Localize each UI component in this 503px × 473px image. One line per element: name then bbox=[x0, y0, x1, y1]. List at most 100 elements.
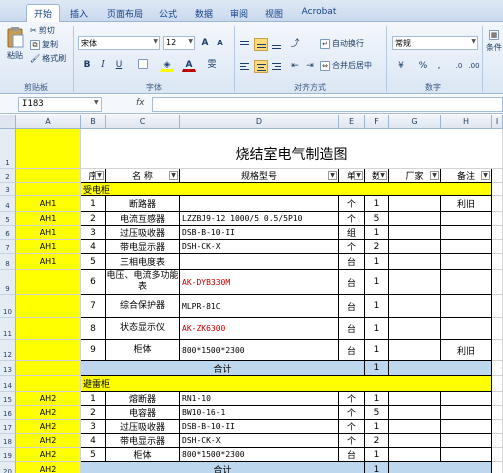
cabinet-code[interactable]: AH1 bbox=[16, 226, 81, 240]
maker-cell[interactable] bbox=[389, 196, 441, 212]
note-cell[interactable] bbox=[441, 270, 492, 295]
cabinet-code[interactable]: AH2 bbox=[16, 406, 81, 420]
maker-cell[interactable] bbox=[389, 254, 441, 270]
subtotal-qty[interactable]: 1 bbox=[365, 462, 389, 473]
unit-cell[interactable]: 个 bbox=[339, 196, 365, 212]
row-header[interactable]: 2 bbox=[0, 169, 16, 183]
column-header[interactable]: H bbox=[441, 115, 492, 129]
number-format-combo[interactable]: 常规 ▼ bbox=[392, 36, 478, 50]
qty-cell[interactable]: 1 bbox=[365, 254, 389, 270]
decrease-decimal-button[interactable]: .00 bbox=[467, 59, 481, 73]
name-cell[interactable]: 过压吸收器 bbox=[106, 226, 180, 240]
align-middle-button[interactable] bbox=[254, 38, 268, 51]
note-cell[interactable] bbox=[441, 226, 492, 240]
cabinet-code[interactable]: AH1 bbox=[16, 240, 81, 254]
tab-review[interactable]: 审阅 bbox=[225, 5, 253, 22]
currency-button[interactable]: ¥ bbox=[394, 59, 408, 73]
column-header[interactable]: G bbox=[389, 115, 441, 129]
cabinet-code[interactable]: AH1 bbox=[16, 212, 81, 226]
model-cell[interactable]: AK-ZK6300 bbox=[180, 318, 339, 340]
font-name-combo[interactable]: 宋体 ▼ bbox=[78, 36, 160, 50]
cell[interactable] bbox=[16, 183, 81, 196]
note-cell[interactable]: 利旧 bbox=[441, 340, 492, 361]
name-cell[interactable]: 电压、电流多功能表 bbox=[106, 270, 180, 295]
cell[interactable] bbox=[492, 183, 503, 196]
align-left-button[interactable] bbox=[238, 60, 252, 73]
bold-button[interactable]: B bbox=[80, 58, 94, 72]
unit-cell[interactable]: 个 bbox=[339, 212, 365, 226]
column-header[interactable]: D bbox=[180, 115, 339, 129]
cabinet-code[interactable]: AH2 bbox=[16, 392, 81, 406]
row-header[interactable]: 12 bbox=[0, 340, 16, 361]
qty-cell[interactable]: 1 bbox=[365, 448, 389, 462]
qty-cell[interactable]: 2 bbox=[365, 240, 389, 254]
note-cell[interactable] bbox=[441, 406, 492, 420]
model-cell[interactable]: 800*1500*2300 bbox=[180, 448, 339, 462]
maker-cell[interactable] bbox=[389, 318, 441, 340]
cell[interactable] bbox=[492, 254, 503, 270]
model-cell[interactable]: 800*1500*2300 bbox=[180, 340, 339, 361]
name-cell[interactable]: 电容器 bbox=[106, 406, 180, 420]
subtotal-label[interactable]: 合计 bbox=[81, 361, 365, 376]
note-cell[interactable] bbox=[441, 392, 492, 406]
sheet-title[interactable]: 烧结室电气制造图 bbox=[81, 129, 503, 169]
decrease-indent-button[interactable]: ⇤ bbox=[288, 59, 302, 73]
align-top-button[interactable] bbox=[238, 38, 252, 51]
cabinet-code[interactable]: AH2 bbox=[16, 462, 81, 473]
seq-cell[interactable]: 1 bbox=[81, 392, 106, 406]
unit-cell[interactable]: 台 bbox=[339, 448, 365, 462]
maker-cell[interactable] bbox=[389, 270, 441, 295]
row-header[interactable]: 18 bbox=[0, 434, 16, 448]
model-cell[interactable]: MLPR-81C bbox=[180, 295, 339, 318]
maker-cell[interactable] bbox=[389, 295, 441, 318]
cell[interactable] bbox=[16, 376, 81, 392]
maker-cell[interactable] bbox=[389, 434, 441, 448]
seq-cell[interactable]: 4 bbox=[81, 240, 106, 254]
name-cell[interactable]: 过压吸收器 bbox=[106, 420, 180, 434]
model-cell[interactable] bbox=[180, 254, 339, 270]
model-cell[interactable]: DSB-B-10-II bbox=[180, 226, 339, 240]
phonetic-button[interactable]: 雯 bbox=[205, 58, 219, 72]
seq-cell[interactable]: 6 bbox=[81, 270, 106, 295]
tab-home[interactable]: 开始 bbox=[26, 4, 60, 23]
qty-cell[interactable]: 1 bbox=[365, 318, 389, 340]
row-header[interactable]: 4 bbox=[0, 196, 16, 212]
qty-cell[interactable]: 5 bbox=[365, 406, 389, 420]
percent-button[interactable]: % bbox=[416, 59, 430, 73]
row-header[interactable]: 11 bbox=[0, 318, 16, 340]
filter-dropdown-icon[interactable]: ▼ bbox=[430, 171, 439, 180]
seq-cell[interactable]: 8 bbox=[81, 318, 106, 340]
tab-view[interactable]: 视图 bbox=[260, 5, 288, 22]
align-bottom-button[interactable] bbox=[270, 38, 284, 51]
model-cell[interactable]: DSH-CK-X bbox=[180, 240, 339, 254]
model-cell[interactable]: RN1-10 bbox=[180, 392, 339, 406]
cell[interactable] bbox=[492, 318, 503, 340]
unit-cell[interactable]: 组 bbox=[339, 226, 365, 240]
row-header[interactable]: 13 bbox=[0, 361, 16, 376]
seq-cell[interactable]: 7 bbox=[81, 295, 106, 318]
seq-cell[interactable]: 2 bbox=[81, 406, 106, 420]
header-name[interactable]: 名 称 ▼ bbox=[106, 169, 180, 183]
font-size-combo[interactable]: 12 ▼ bbox=[163, 36, 195, 50]
qty-cell[interactable]: 1 bbox=[365, 226, 389, 240]
cabinet-code[interactable]: AH2 bbox=[16, 434, 81, 448]
section-label[interactable]: 受电柜 bbox=[81, 183, 492, 196]
qty-cell[interactable]: 2 bbox=[365, 434, 389, 448]
chevron-down-icon[interactable]: ▼ bbox=[94, 99, 99, 106]
cabinet-code[interactable] bbox=[16, 295, 81, 318]
name-cell[interactable]: 熔断器 bbox=[106, 392, 180, 406]
header-model[interactable]: 规格型号 ▼ bbox=[180, 169, 339, 183]
cabinet-code[interactable] bbox=[16, 361, 81, 376]
column-header[interactable]: E bbox=[339, 115, 365, 129]
maker-cell[interactable] bbox=[389, 340, 441, 361]
name-box[interactable]: I183 bbox=[18, 97, 102, 112]
qty-cell[interactable]: 1 bbox=[365, 295, 389, 318]
name-cell[interactable]: 带电显示器 bbox=[106, 240, 180, 254]
name-cell[interactable]: 柜体 bbox=[106, 340, 180, 361]
note-cell[interactable] bbox=[441, 212, 492, 226]
cabinet-code[interactable] bbox=[16, 340, 81, 361]
grow-font-button[interactable]: A bbox=[198, 36, 212, 50]
cell[interactable] bbox=[389, 361, 492, 376]
cell[interactable] bbox=[492, 392, 503, 406]
tab-insert[interactable]: 插入 bbox=[64, 5, 94, 22]
